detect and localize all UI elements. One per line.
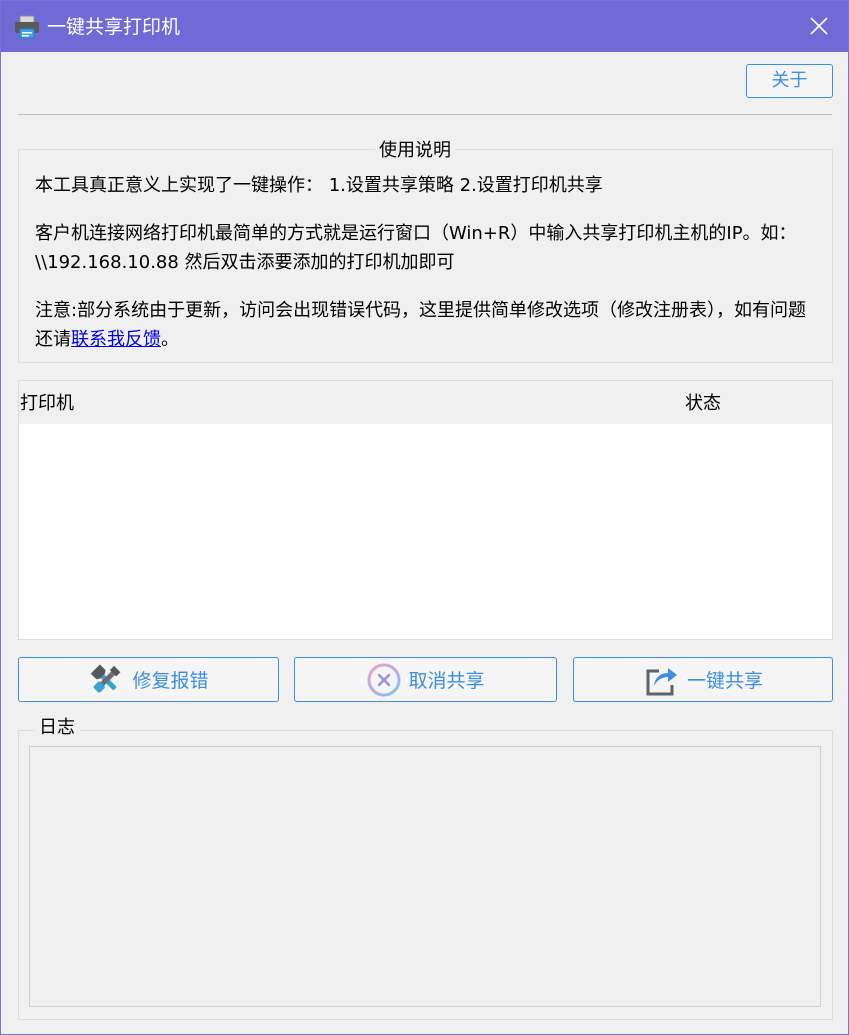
share-arrow-icon <box>646 667 677 695</box>
printer-icon <box>15 15 39 39</box>
one-click-share-button-label: 一键共享 <box>686 670 763 692</box>
instructions-line-3-end: 。 <box>161 329 179 350</box>
window-title: 一键共享打印机 <box>47 16 181 38</box>
cancel-share-button[interactable]: 取消共享 <box>294 657 557 702</box>
instructions-line-2: 客户机连接网络打印机最简单的方式就是运行窗口（Win+R）中输入共享打印机主机的… <box>35 223 797 273</box>
about-button[interactable]: 关于 <box>746 64 833 98</box>
cancel-circle-icon <box>367 663 401 696</box>
wrench-icon <box>91 663 121 693</box>
printer-list[interactable]: 打印机 状态 <box>18 380 833 640</box>
repair-button-label: 修复报错 <box>132 670 209 692</box>
divider <box>18 114 832 115</box>
instructions-title: 使用说明 <box>375 138 455 164</box>
main-window: 一键共享打印机 关于 使用说明 本工具真正意义上实现了一键操作： 1.设置共享策… <box>0 0 849 1035</box>
title-bar[interactable]: 一键共享打印机 <box>1 1 848 52</box>
instructions-line-1: 本工具真正意义上实现了一键操作： 1.设置共享策略 2.设置打印机共享 <box>35 175 603 196</box>
contact-feedback-link[interactable]: 联系我反馈 <box>71 329 161 350</box>
close-icon[interactable] <box>808 15 830 37</box>
log-title: 日志 <box>34 715 80 741</box>
one-click-share-button[interactable]: 一键共享 <box>573 657 833 702</box>
cancel-share-button-label: 取消共享 <box>408 670 485 692</box>
column-header-printer[interactable]: 打印机 <box>20 391 74 417</box>
log-textarea[interactable] <box>29 746 821 1007</box>
repair-button[interactable]: 修复报错 <box>18 657 279 702</box>
column-header-status[interactable]: 状态 <box>685 391 721 417</box>
instructions-line-3: 注意:部分系统由于更新，访问会出现错误代码，这里提供简单修改选项（修改注册表），… <box>35 296 815 354</box>
printer-list-header: 打印机 状态 <box>19 381 832 424</box>
